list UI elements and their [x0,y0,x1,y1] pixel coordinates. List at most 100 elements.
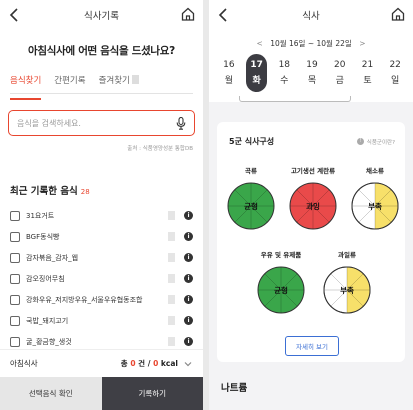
food-checkbox[interactable] [10,294,20,305]
group-status: 부족 [340,286,354,295]
meal-summary-screen: 식사 < 10월 16일 ~ 10월 22일 > 16 월 17 화 18 수 19 목… [209,0,413,410]
food-checkbox[interactable] [10,210,20,221]
group-label: 과일류 [338,251,356,259]
kcal-unit: kcal [160,359,178,368]
meal-record-screen: 식사기록 아침식사에 어떤 음식을 드셨나요? 음식찾기 간편기록 즐겨찾기 출… [0,0,203,410]
bookmark-icon[interactable] [168,253,175,262]
list-item[interactable]: 감자볶음_감자_웹 i [10,247,193,268]
record-button[interactable]: 기록하기 [101,377,203,410]
selected-count: 0 [130,359,136,368]
chevron-down-icon[interactable] [183,359,193,369]
day-item[interactable]: 21 토 [354,54,382,96]
food-name: 국밥_돼지고기 [26,316,69,325]
day-number: 18 [278,60,291,70]
confirm-selection-button[interactable]: 선택음식 확인 [0,377,102,410]
info-icon[interactable]: i [184,253,193,262]
group-protein: 고기생선 계란류 과잉 [283,165,343,231]
screenshot-root: 식사기록 아침식사에 어떤 음식을 드셨나요? 음식찾기 간편기록 즐겨찾기 출… [0,0,413,410]
day-weekday: 금 [335,76,344,86]
day-item[interactable]: 19 목 [298,54,326,96]
tab-food-search[interactable]: 음식찾기 [10,75,42,100]
tab-favorites[interactable]: 즐겨찾기 [99,75,139,93]
recent-foods-heading: 최근 기록한 음식 28 [10,183,193,197]
bookmark-icon[interactable] [168,232,175,241]
back-arrow-icon[interactable] [217,7,231,23]
food-group-card-header: 5군 식사구성 ! 식품군이란? [217,122,405,147]
group-grains: 곡류 균형 [221,165,281,231]
group-label: 채소류 [366,167,384,175]
selection-summary[interactable]: 아침식사 총 0 건 / 0 kcal [0,349,203,377]
view-details-button[interactable]: 자세히 보기 [285,336,339,356]
next-week-icon[interactable]: > [359,39,365,48]
food-name: 31요거트 [26,211,55,220]
microphone-icon[interactable] [176,116,186,130]
search-tabs: 음식찾기 간편기록 즐겨찾기 [10,75,193,100]
day-item[interactable]: 22 일 [381,54,409,96]
food-search-input[interactable] [17,118,176,128]
group-label: 우유 및 유제품 [260,251,302,259]
group-vegetables: 채소류 부족 [345,165,405,231]
day-number: 17 [250,60,263,70]
group-gauge-icon: 균형 [227,182,275,230]
food-name: BGF동식빵 [26,232,60,241]
day-weekday: 화 [252,76,261,86]
list-item[interactable]: 31요거트 i [10,205,193,226]
day-weekday: 목 [307,76,317,86]
info-icon[interactable]: i [184,274,193,283]
food-name: 감자볶음_감자_웹 [26,253,79,262]
info-icon[interactable]: i [184,316,193,325]
right-topbar: 식사 [209,0,413,30]
list-item[interactable]: BGF동식빵 i [10,226,193,247]
prev-week-icon[interactable]: < [257,39,263,48]
day-number: 21 [361,60,374,70]
bookmark-icon [131,75,139,84]
bookmark-icon[interactable] [168,316,175,325]
home-icon[interactable] [391,6,405,22]
home-icon[interactable] [181,6,195,22]
total-kcal: 0 [153,359,159,368]
food-checkbox[interactable] [10,336,20,347]
group-gauge-icon: 균형 [257,266,305,314]
group-status: 균형 [244,201,258,211]
food-checkbox[interactable] [10,315,20,326]
info-icon[interactable]: i [184,295,193,304]
info-icon[interactable]: i [184,232,193,241]
food-checkbox[interactable] [10,273,20,284]
day-item-selected[interactable]: 17 화 [243,54,271,96]
group-status: 과잉 [306,201,320,211]
total-prefix: 총 [120,359,128,368]
day-item[interactable]: 20 금 [326,54,354,96]
list-item[interactable]: 국밥_돼지고기 i [10,310,193,331]
left-topbar: 식사기록 [0,0,203,30]
bookmark-icon[interactable] [168,211,175,220]
day-item[interactable]: 16 월 [215,54,243,96]
bookmark-icon[interactable] [168,295,175,304]
food-group-help[interactable]: ! 식품군이란? [356,138,395,146]
list-item[interactable]: 강화우유_저지방우유_서울우유협동조합 i [10,289,193,310]
group-status: 균형 [274,285,288,295]
info-icon[interactable]: i [184,211,193,220]
day-item[interactable]: 18 수 [270,54,298,96]
bookmark-icon[interactable] [168,337,175,346]
info-icon[interactable]: i [184,337,193,346]
food-name: 감오징어무침 [26,274,65,283]
recent-foods-title: 최근 기록한 음식 [10,186,78,197]
meal-type-label: 아침식사 [10,359,38,368]
recent-foods-list: 31요거트 i BGF동식빵 i 감자볶음_감자_웹 i 감오징어무침 i 강화우유_저… [10,205,193,352]
group-gauge-icon: 과잉 [289,182,337,230]
food-checkbox[interactable] [10,252,20,263]
date-header: 식사 < 10월 16일 ~ 10월 22일 > 16 월 17 화 18 수 19 목… [209,0,413,102]
bookmark-icon[interactable] [168,274,175,283]
food-checkbox[interactable] [10,231,20,242]
list-item[interactable]: 감오징어무침 i [10,268,193,289]
week-navigator: < 10월 16일 ~ 10월 22일 > [209,38,413,49]
bottom-action-bar: 선택음식 확인 기록하기 [0,377,203,410]
page-title: 식사 [302,11,320,22]
food-search-box[interactable] [8,110,195,136]
group-gauge-icon: 부족 [351,182,399,230]
back-arrow-icon[interactable] [8,7,22,23]
tab-quick-record[interactable]: 간편기록 [54,75,85,93]
total-summary: 총 0 건 / 0 kcal [121,358,178,369]
recent-foods-count: 28 [80,188,90,196]
scrolled-button-edge [239,96,351,102]
